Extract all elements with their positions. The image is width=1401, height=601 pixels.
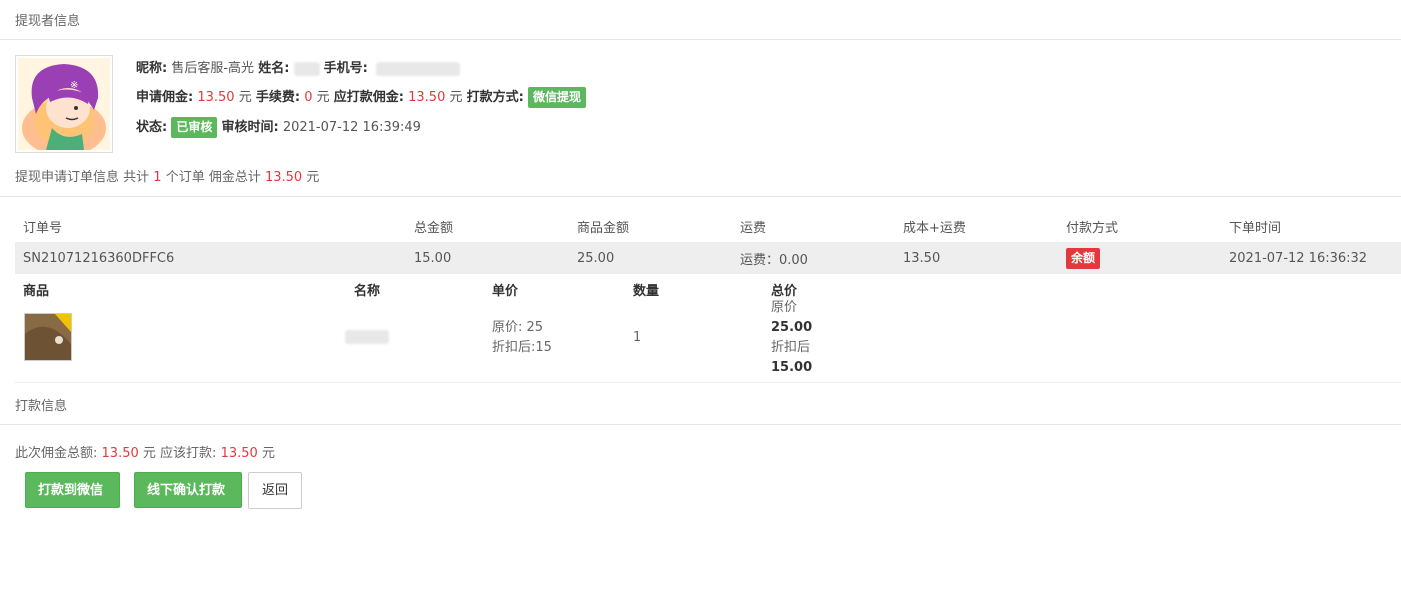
order-freight: 运费：0.00: [732, 242, 895, 274]
summary-total: 13.50: [264, 170, 303, 185]
order-summary: 提现申请订单信息 共计 1 个订单 佣金总计 13.50 元: [15, 166, 319, 185]
divider: [0, 39, 1401, 40]
product-thumbnail[interactable]: [24, 313, 72, 361]
status-row: 状态: 已审核 审核时间: 2021-07-12 16:39:49: [136, 116, 421, 140]
back-button[interactable]: 返回: [248, 472, 302, 509]
pay-method-badge: 余额: [1066, 247, 1101, 269]
apply-unit: 元: [238, 90, 252, 105]
product-name-redacted: [345, 330, 389, 344]
summary-middle: 个订单 佣金总计: [165, 170, 261, 185]
header-cost-freight: 成本+运费: [903, 220, 966, 236]
method-label: 打款方式:: [466, 90, 524, 105]
header-total: 总金额: [414, 220, 454, 236]
name-label: 姓名:: [258, 61, 290, 76]
payment-should-label: 应该打款:: [160, 446, 217, 461]
product-image: [25, 314, 71, 360]
header-order-no: 订单号: [23, 220, 63, 236]
summary-order-count: 1: [153, 170, 162, 185]
name-redacted: [293, 61, 320, 76]
phone-label: 手机号:: [323, 61, 368, 76]
order-goods-amount: 25.00: [569, 242, 732, 274]
price-original: 原价: 25: [492, 320, 544, 335]
divider: [0, 196, 1401, 197]
avatar-illustration: ※: [18, 58, 110, 156]
apply-label: 申请佣金:: [136, 90, 194, 105]
pay-method-cell: 余额: [1058, 242, 1221, 274]
user-identity-row: 昵称: 售后客服-高光 姓名: 手机号:: [136, 57, 461, 76]
total-original-value: 25.00: [771, 320, 813, 335]
payment-total-unit: 元: [142, 446, 156, 461]
quantity-cell: 1: [633, 330, 642, 345]
order-cost-freight: 13.50: [895, 242, 1058, 274]
method-badge: 微信提现: [527, 87, 586, 108]
payable-amount: 13.50: [408, 90, 446, 105]
orders-header-row: 订单号 总金额 商品金额 运费 成本+运费 付款方式 下单时间: [15, 210, 1401, 242]
avatar: ※: [15, 55, 113, 156]
payment-should: 13.50: [220, 446, 258, 461]
commission-row: 申请佣金: 13.50 元 手续费: 0 元 应打款佣金: 13.50 元 打款…: [136, 86, 586, 110]
phone-redacted: [376, 61, 461, 76]
fee-unit: 元: [316, 90, 330, 105]
summary-prefix: 提现申请订单信息 共计: [15, 170, 150, 185]
offline-confirm-button[interactable]: 线下确认打款: [134, 472, 242, 508]
total-discount-label: 折扣后: [771, 340, 811, 355]
fee-label: 手续费:: [255, 90, 301, 105]
header-pay-method: 付款方式: [1066, 220, 1119, 236]
payment-info-title: 打款信息: [15, 399, 68, 414]
divider: [0, 424, 1401, 425]
payment-total: 13.50: [101, 446, 139, 461]
review-time-label: 审核时间:: [221, 120, 279, 135]
payable-label: 应打款佣金:: [333, 90, 404, 105]
order-total: 15.00: [406, 242, 569, 274]
header-freight: 运费: [740, 220, 767, 236]
pay-to-wechat-button[interactable]: 打款到微信: [25, 472, 120, 508]
goods-header-product: 商品: [23, 284, 50, 299]
status-badge: 已审核: [171, 117, 218, 138]
payment-should-unit: 元: [261, 446, 275, 461]
table-row[interactable]: SN21071216360DFFC6 15.00 25.00 运费：0.00 1…: [15, 242, 1401, 274]
price-discount: 折扣后:15: [492, 340, 552, 355]
order-no: SN21071216360DFFC6: [15, 242, 406, 274]
total-discount-value: 15.00: [771, 360, 813, 375]
goods-header-unit-price: 单价: [492, 284, 519, 299]
payable-unit: 元: [449, 90, 463, 105]
summary-suffix: 元: [306, 170, 320, 185]
fee-amount: 0: [304, 90, 313, 105]
header-order-time: 下单时间: [1229, 220, 1282, 236]
order-time: 2021-07-12 16:36:32: [1221, 242, 1401, 274]
review-time-value: 2021-07-12 16:39:49: [282, 120, 421, 135]
divider: [15, 382, 1401, 383]
nickname-value: 售后客服-高光: [171, 61, 255, 76]
header-goods-amount: 商品金额: [577, 220, 630, 236]
goods-header-name: 名称: [354, 284, 381, 299]
unit-price-cell: 原价: 25 折扣后:15: [492, 318, 552, 358]
orders-table: 订单号 总金额 商品金额 运费 成本+运费 付款方式 下单时间 SN210712…: [15, 210, 1401, 274]
payment-total-label: 此次佣金总额:: [15, 446, 98, 461]
total-original-label: 原价: [771, 300, 798, 315]
goods-header-quantity: 数量: [633, 284, 660, 299]
apply-amount: 13.50: [197, 90, 235, 105]
total-price-cell: 原价 25.00 折扣后 15.00: [771, 298, 812, 378]
withdrawer-info-title: 提现者信息: [15, 14, 81, 29]
status-label: 状态:: [136, 120, 168, 135]
payment-summary: 此次佣金总额: 13.50 元 应该打款: 13.50 元: [15, 442, 275, 461]
nickname-label: 昵称:: [136, 61, 168, 76]
svg-text:※: ※: [70, 80, 78, 91]
goods-header-total: 总价: [771, 284, 798, 299]
